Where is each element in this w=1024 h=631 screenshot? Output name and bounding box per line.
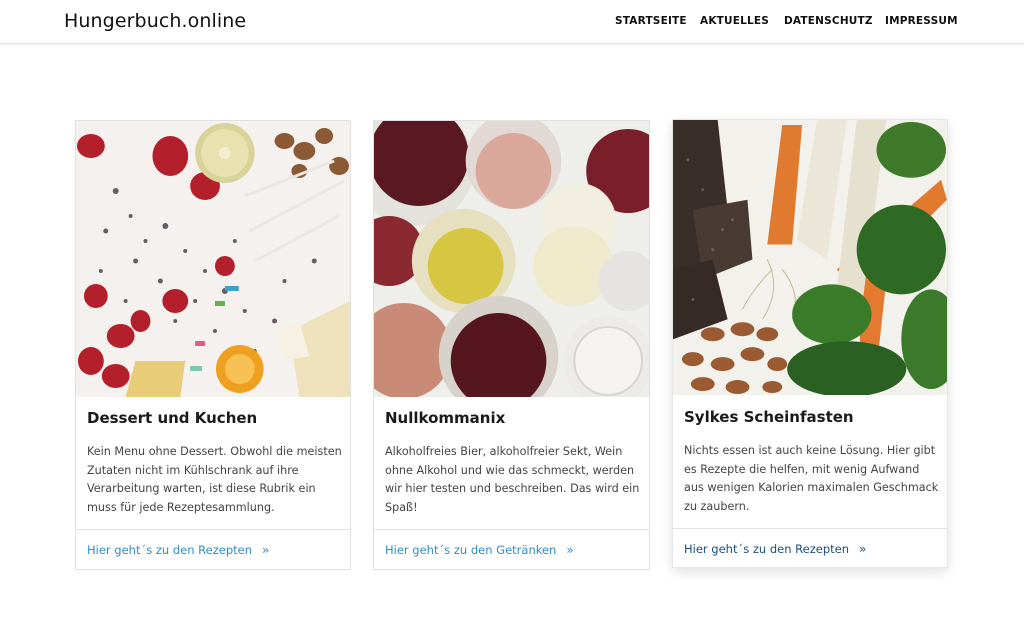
card-title: Dessert und Kuchen (87, 409, 258, 427)
nav-aktuelles[interactable]: AKTUELLES (700, 15, 769, 27)
drinks-image[interactable] (374, 121, 649, 397)
card-nullkommanix: Nullkommanix Alkoholfreies Bier, alkohol… (373, 120, 650, 570)
card-dessert: Dessert und Kuchen Kein Menu ohne Desser… (75, 120, 351, 570)
chevron-right-icon: » (566, 543, 574, 557)
card-description: Nichts essen ist auch keine Lösung. Hier… (684, 444, 939, 513)
divider (76, 529, 350, 530)
chevron-right-icon: » (262, 543, 270, 557)
dessert-image[interactable] (76, 121, 350, 397)
divider (374, 529, 649, 530)
card-scheinfasten: Sylkes Scheinfasten Nichts essen ist auc… (672, 119, 948, 568)
main-nav: STARTSEITE AKTUELLES DATENSCHUTZ IMPRESS… (0, 15, 1024, 31)
recipes-link[interactable]: Hier geht´s zu den Rezepten » (684, 542, 866, 556)
vegetables-image[interactable] (673, 120, 947, 395)
card-title: Nullkommanix (385, 409, 506, 427)
divider (673, 528, 947, 529)
link-label: Hier geht´s zu den Rezepten (87, 543, 253, 557)
top-bar: Hungerbuch.online STARTSEITE AKTUELLES D… (0, 0, 1024, 44)
card-description: Alkoholfreies Bier, alkoholfreier Sekt, … (385, 445, 640, 514)
nav-impressum[interactable]: IMPRESSUM (885, 15, 958, 27)
drinks-link[interactable]: Hier geht´s zu den Getränken » (385, 543, 574, 557)
link-label: Hier geht´s zu den Getränken (385, 543, 557, 557)
card-title: Sylkes Scheinfasten (684, 408, 854, 426)
recipes-link[interactable]: Hier geht´s zu den Rezepten » (87, 543, 269, 557)
nav-datenschutz[interactable]: DATENSCHUTZ (784, 15, 873, 27)
chevron-right-icon: » (859, 542, 867, 556)
nav-startseite[interactable]: STARTSEITE (615, 15, 687, 27)
card-description: Kein Menu ohne Dessert. Obwohl die meist… (87, 445, 342, 514)
link-label: Hier geht´s zu den Rezepten (684, 542, 850, 556)
